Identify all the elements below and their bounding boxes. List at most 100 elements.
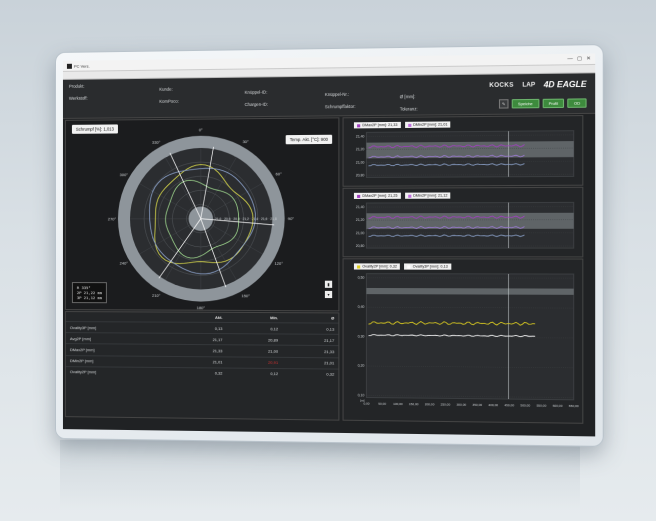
label-produkt: Produkt:: [68, 83, 85, 89]
polar-angle-label: 180°: [197, 305, 206, 310]
legend-text: DMax2P [mm]: 21,25: [362, 193, 398, 198]
cell-min: 0,12: [226, 367, 283, 380]
tolerance-band: [366, 287, 574, 295]
measurement-table-panel: Akt. Min. Ø Ovality3P [mm] 0,13 0,12 0,13 Av…: [64, 311, 340, 421]
trend-ytick-label: 0,30: [358, 334, 365, 338]
brand-logos: KOCKS LAP 4D EAGLE: [489, 80, 586, 90]
xaxis-tick-label: 200,00: [425, 402, 435, 406]
legend-item: DMin2P [mm]: 21,12: [404, 192, 451, 199]
row-label: Avg2P [mm]: [65, 332, 172, 345]
legend-item: DMax2P [mm]: 21,25: [353, 192, 401, 199]
xaxis-tick-label: 650,00: [569, 404, 579, 408]
legend-item: Ovality2P [mm]: 0,32: [353, 263, 401, 270]
legend-swatch: [407, 265, 411, 269]
row-label: Ovality2P [mm]: [65, 366, 172, 379]
monitor-bezel: PC Vers. — ▢ ✕ Structure 3 view Produkt:…: [55, 44, 604, 447]
legend-item: DMin2P [mm]: 21,01: [404, 121, 451, 128]
label-schrumpffaktor: Schrumpffaktor:: [324, 103, 356, 110]
cell-avg: 21,01: [282, 356, 339, 369]
label-toleranz: Toleranz:: [399, 106, 418, 112]
xaxis-tick-label: 100,00: [393, 402, 403, 406]
col-header-akt: Akt.: [214, 314, 223, 320]
trend-ytick-label: 21,20: [356, 218, 365, 222]
cell-akt: 21,17: [171, 333, 227, 346]
minimize-button[interactable]: —: [567, 56, 572, 62]
label-knueppel-id: Knüppel-ID:: [244, 89, 268, 95]
label-werkstoff: Werkstoff:: [68, 95, 88, 101]
xaxis-tick-label: 300,00: [456, 403, 466, 407]
lap-logo: LAP: [522, 81, 536, 89]
monitor-reflection: [60, 440, 580, 510]
polar-angle-label: 120°: [274, 261, 283, 266]
bookmark-icon[interactable]: ▮: [324, 280, 333, 288]
app-title: PC Vers.: [66, 63, 90, 69]
trend-panel-3: 0,50 0,40 0,30 0,20 0,10 0,00 50,00 100,00 150,0…: [342, 258, 584, 424]
trend-panel-1: 21,40 21,20 21,00 20,80 DMax2P [mm]: 21,33 D…: [342, 115, 584, 187]
label-knueppel-nr: Knüppel-Nr.:: [324, 91, 350, 98]
kocks-logo: KOCKS: [489, 82, 514, 89]
table-row: Ovality2P [mm] 0,32 0,12 0,32: [65, 366, 339, 380]
legend-swatch: [407, 194, 412, 198]
polar-angle-label: 300°: [120, 172, 129, 177]
trend-ytick-label: 20,80: [356, 244, 365, 248]
polar-radial-label: 21,8: [270, 217, 277, 221]
trend-ytick-label: 0,20: [358, 364, 365, 368]
polar-angle-label: 30°: [243, 139, 250, 144]
product-header: Produkt: Werkstoff: Kunde: KomPoco: Knüp…: [62, 73, 596, 119]
cell-avg: 0,32: [282, 368, 339, 380]
maximize-button[interactable]: ▢: [577, 56, 582, 62]
trend-ytick-label: 21,20: [356, 147, 365, 151]
edit-icon[interactable]: ✎: [498, 99, 509, 109]
xaxis-tick-label: 350,00: [472, 403, 482, 407]
app-screen: PC Vers. — ▢ ✕ Structure 3 view Produkt:…: [62, 53, 596, 437]
label-kunde: Kunde:: [159, 86, 173, 92]
col-header-avg: Ø: [331, 315, 335, 321]
legend-swatch: [357, 194, 361, 198]
legend-text: DMax2P [mm]: 21,33: [362, 122, 398, 128]
trend-chart-3: 0,500,400,300,200,100,00 50,00 100,00 150,0…: [358, 259, 579, 408]
cell-akt: 0,13: [171, 322, 227, 334]
xaxis-tick-label: 600,00: [553, 404, 563, 408]
polar-angle-label: 90°: [288, 216, 295, 221]
legend-text: Ovality2P [mm]: 0,32: [362, 264, 398, 269]
legend-text: DMin2P [mm]: 21,12: [413, 193, 448, 198]
cell-avg: 0,13: [282, 322, 339, 335]
label-chargen-id: Chargen-ID:: [244, 101, 269, 108]
legend-text: DMin2P [mm]: 21,01: [413, 122, 448, 127]
xaxis-tick-label: 50,00: [378, 402, 386, 406]
trend-column: 21,40 21,20 21,00 20,80 DMax2P [mm]: 21,33 D…: [342, 113, 584, 425]
col-header-name: [66, 312, 171, 322]
label-kompoco: KomPoco:: [159, 98, 179, 104]
cell-akt: 0,32: [171, 367, 227, 379]
polar-angle-label: 240°: [120, 261, 129, 266]
trend-ytick-label: 20,80: [356, 173, 365, 177]
polar-angle-label: 150°: [241, 293, 250, 298]
cell-akt: 21,33: [171, 344, 227, 357]
polar-angle-label: 330°: [152, 139, 161, 144]
cell-avg: 21,17: [282, 334, 339, 346]
profil-button[interactable]: Profil: [542, 98, 565, 109]
legend-swatch: [357, 123, 361, 127]
od-button[interactable]: OD: [567, 98, 587, 108]
left-column: Schrumpf [%]: 1,013 Temp. Akt. [°C]: 900…: [63, 115, 340, 421]
row-label: DMax2P [mm]: [65, 343, 172, 357]
cell-min: 0,12: [226, 322, 283, 335]
trend-ytick-label: 21,00: [356, 160, 365, 164]
xaxis-unit: [m]: [360, 398, 365, 402]
xaxis-tick-label: 150,00: [409, 402, 419, 406]
trash-icon[interactable]: ▾: [324, 290, 333, 299]
row-label: Ovality3P [mm]: [65, 321, 172, 334]
legend-swatch: [407, 123, 412, 127]
app-logo-icon: [66, 63, 72, 69]
trend-ytick-label: 0,40: [358, 305, 365, 309]
polar-angle-label: 270°: [108, 216, 117, 221]
polar-angle-label: 0°: [199, 127, 203, 132]
xaxis-tick-label: 500,00: [520, 403, 530, 407]
speiche-button[interactable]: Speiche: [511, 98, 540, 109]
polar-angle-label: 210°: [152, 293, 161, 298]
xaxis-tick-label: 250,00: [441, 402, 451, 406]
legend-text: Ovality3P [mm]: 0,13: [412, 264, 448, 269]
close-button[interactable]: ✕: [586, 56, 591, 62]
cell-min: 21,00: [226, 345, 283, 357]
legend-item: DMax2P [mm]: 21,33: [353, 121, 401, 129]
